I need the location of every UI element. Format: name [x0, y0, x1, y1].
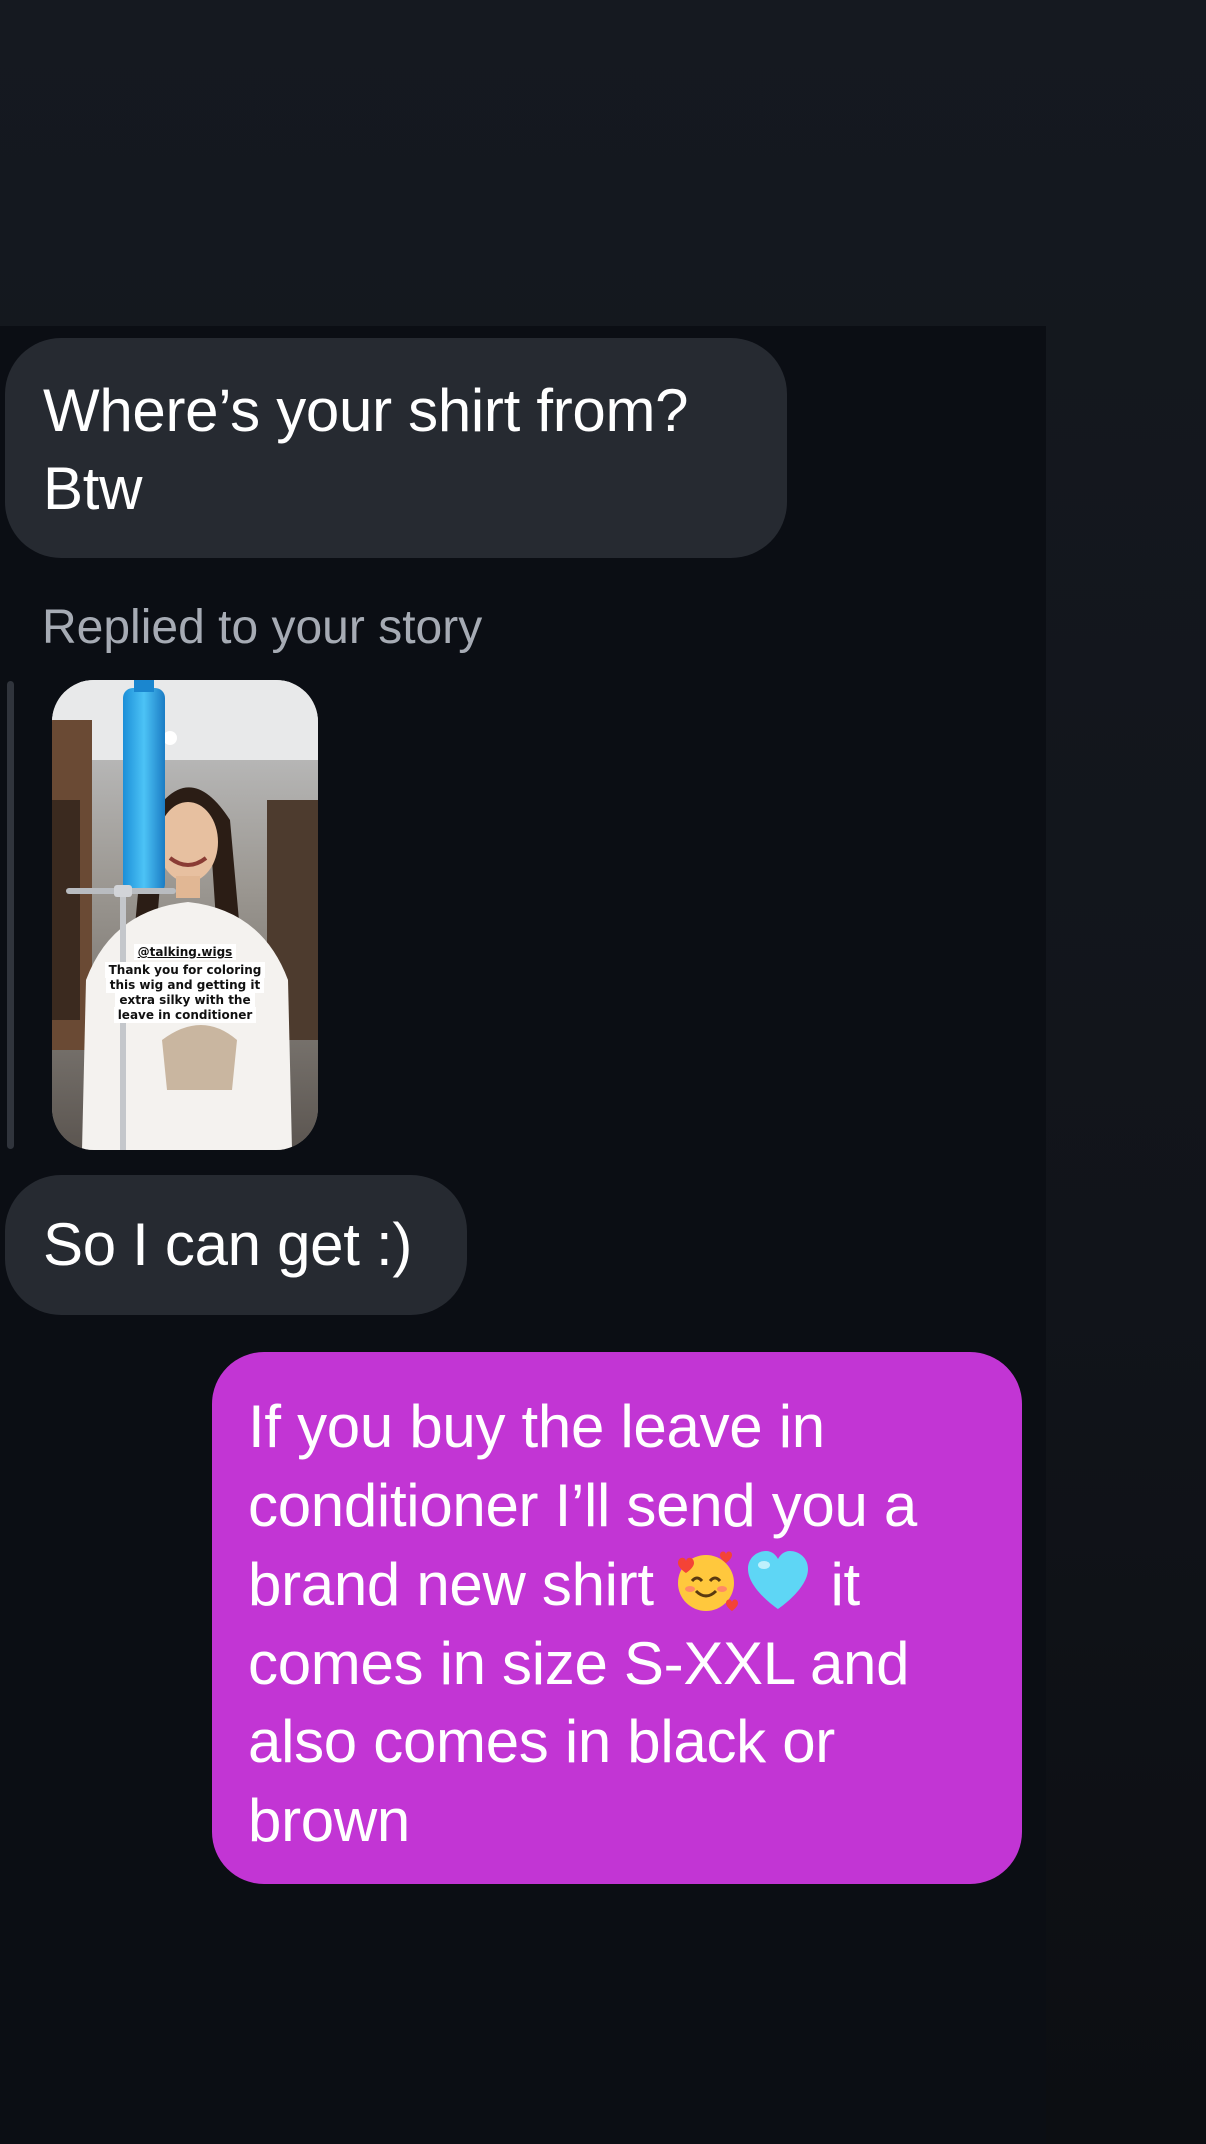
story-thumbnail[interactable]: @talking.wigs Thank you for coloring thi… [52, 680, 318, 1150]
story-caption-line: leave in conditioner [113, 1007, 257, 1023]
message-text-line: conditioner I’ll send you a [248, 1471, 917, 1539]
story-caption-line: extra silky with the [115, 992, 255, 1008]
message-text: So I can get :) [43, 1211, 413, 1278]
outgoing-message-bubble[interactable]: If you buy the leave in conditioner I’ll… [212, 1352, 1022, 1884]
story-caption-line: Thank you for coloring [104, 962, 266, 978]
dm-screen: Where’s your shirt from? Btw Replied to … [0, 0, 1206, 2144]
message-text-line: If you buy the leave in [248, 1393, 825, 1460]
message-text-line: brown [248, 1786, 410, 1854]
message-text-line: brand new shirt it [248, 1545, 988, 1625]
story-handle: @talking.wigs [133, 944, 237, 960]
story-caption-line: this wig and getting it [105, 977, 265, 993]
incoming-message-bubble[interactable]: So I can get :) [5, 1175, 467, 1315]
message-text-segment: it [814, 1551, 860, 1618]
message-text-line: Btw [43, 455, 143, 522]
reply-indicator-bar [7, 681, 14, 1149]
smiling-face-with-hearts-icon [670, 1545, 742, 1617]
story-image [52, 680, 318, 1150]
incoming-message-bubble[interactable]: Where’s your shirt from? Btw [5, 338, 787, 558]
story-caption: @talking.wigs Thank you for coloring thi… [52, 944, 318, 1023]
story-reply-label: Replied to your story [42, 601, 483, 654]
message-text-line: Where’s your shirt from? [43, 377, 689, 444]
light-blue-heart-icon [742, 1545, 814, 1617]
message-text-line: also comes in black or [248, 1708, 835, 1775]
message-text-line: comes in size S-XXL and [248, 1629, 910, 1697]
message-text-segment: brand new shirt [248, 1551, 671, 1618]
